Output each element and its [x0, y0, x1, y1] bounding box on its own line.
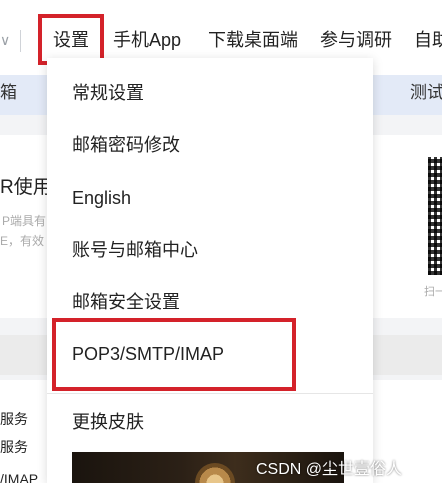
- subbar-right-label[interactable]: 测试: [410, 81, 442, 105]
- promo-subtitle-2: E，有效: [0, 234, 45, 248]
- menu-item-security-settings[interactable]: 邮箱安全设置: [72, 290, 180, 314]
- nav-divider: [20, 30, 21, 52]
- menu-item-change-password[interactable]: 邮箱密码修改: [72, 133, 180, 157]
- menu-divider: [47, 393, 373, 394]
- menu-item-account-center[interactable]: 账号与邮箱中心: [72, 238, 198, 262]
- watermark-text: CSDN @尘世壹俗人: [256, 461, 403, 478]
- qr-code-image: [428, 157, 442, 275]
- settings-dropdown-menu: 常规设置 邮箱密码修改 English 账号与邮箱中心 邮箱安全设置 POP3/…: [47, 58, 373, 483]
- pop3-highlight-box: [52, 318, 296, 391]
- service-label-1: 服务: [0, 411, 28, 427]
- menu-item-english[interactable]: English: [72, 186, 131, 210]
- subbar-left-label[interactable]: 箱: [0, 81, 17, 105]
- menu-item-change-skin[interactable]: 更换皮肤: [72, 410, 144, 434]
- nav-item-self-service[interactable]: 自助: [414, 28, 442, 52]
- menu-item-general-settings[interactable]: 常规设置: [72, 81, 144, 105]
- qr-caption: 扫一: [424, 286, 442, 298]
- promo-title: R使用: [0, 177, 52, 198]
- chevron-down-icon[interactable]: ∨: [0, 30, 12, 50]
- service-label-2: 服务: [0, 439, 28, 455]
- nav-item-desktop-download[interactable]: 下载桌面端: [208, 28, 298, 52]
- promo-subtitle-1: P端具有: [2, 214, 47, 228]
- service-label-imap: /IMAP: [0, 471, 39, 483]
- nav-item-mobile-app[interactable]: 手机App: [113, 28, 181, 52]
- nav-item-survey[interactable]: 参与调研: [320, 28, 392, 52]
